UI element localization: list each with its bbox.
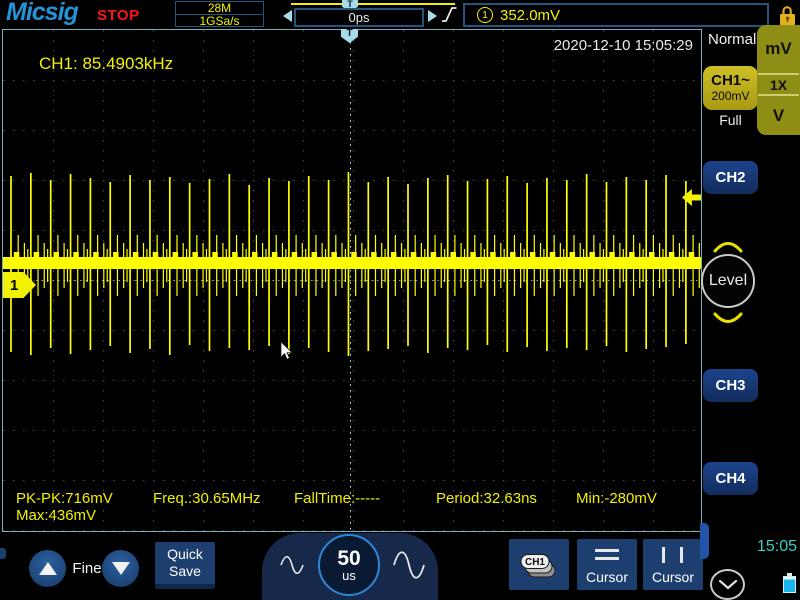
v-cursor-line-icon [662, 547, 665, 563]
svg-text:CH1: CH1 [525, 557, 545, 568]
collapse-menu-button[interactable] [710, 569, 745, 600]
ch1-scale: 200mV [711, 88, 750, 103]
horizontal-position-value: 0ps [348, 10, 370, 25]
pan-left-icon[interactable] [283, 10, 292, 22]
timebase-knob[interactable]: 50 us [318, 534, 380, 596]
trigger-level-value: 352.0mV [500, 6, 561, 24]
channel-select-button[interactable]: CH1 [509, 539, 569, 590]
timebase-value: 50 [337, 547, 361, 570]
trigger-slope-rising-icon[interactable] [441, 5, 458, 25]
trigger-marker-letter: T [346, 28, 353, 39]
trace-baseline-noise [13, 252, 695, 258]
side-drawer-handle[interactable] [700, 523, 709, 559]
fast-timebase-sine-icon[interactable] [393, 550, 425, 580]
triangle-up-icon [38, 562, 57, 575]
timebase-unit: us [342, 568, 356, 583]
mouse-pointer-icon [280, 341, 293, 360]
fine-adjust-down-button[interactable] [102, 550, 139, 587]
trigger-mode-label[interactable]: Normal [708, 31, 756, 48]
measurement-min: Min:-280mV [576, 490, 657, 507]
system-clock: 15:05 [757, 538, 798, 555]
timebase-control[interactable]: 50 us [262, 533, 438, 600]
sidebar-ch2-button[interactable]: CH2 [703, 161, 758, 194]
lock-icon[interactable] [779, 4, 796, 27]
level-up-chevron-icon[interactable] [713, 240, 743, 254]
probe-1x-button[interactable]: 1X [757, 75, 800, 94]
vertical-cursor-button[interactable]: Cursor [643, 539, 703, 590]
horizontal-position-box[interactable]: 0ps [294, 8, 424, 27]
measurement-period: Period:32.63ns [436, 490, 537, 507]
acquisition-info-box[interactable]: 28M 1GSa/s [175, 1, 264, 27]
cursor-v-label: Cursor [651, 569, 694, 585]
oscilloscope-screen: { "top_bar": { "logo": "Micsig", "run_st… [0, 0, 800, 600]
v-cursor-line-icon [680, 547, 683, 563]
level-label: Level [708, 272, 748, 289]
triangle-down-icon [111, 562, 130, 575]
sidebar-ch1-button[interactable]: CH1~ 200mV [703, 66, 758, 110]
quick-save-label-2: Save [169, 563, 201, 579]
record-position-bar [291, 3, 455, 5]
sidebar-ch3-button[interactable]: CH3 [703, 369, 758, 402]
quick-save-button[interactable]: Quick Save [155, 542, 215, 589]
datetime-stamp: 2020-12-10 15:05:29 [553, 37, 693, 54]
edge-swipe-handle[interactable] [0, 548, 6, 559]
sidebar-ch4-button[interactable]: CH4 [703, 462, 758, 495]
quick-save-label-1: Quick [167, 546, 203, 562]
level-knob[interactable]: Level [701, 254, 755, 308]
trigger-level-box[interactable]: 1 352.0mV [463, 3, 769, 27]
horizontal-cursor-button[interactable]: Cursor [577, 539, 637, 590]
measurement-freq: Freq.:30.65MHz [153, 490, 261, 507]
fine-adjust-up-button[interactable] [29, 550, 66, 587]
memory-depth: 28M [207, 1, 232, 15]
measurement-pkpk: PK-PK:716mV [16, 490, 113, 507]
run-status-badge[interactable]: STOP [97, 7, 140, 24]
channel-stack-icon: CH1 [520, 553, 556, 577]
sample-rate: 1GSa/s [176, 14, 263, 27]
pan-right-icon[interactable] [428, 10, 437, 22]
ch1-frequency-readout: CH1: 85.4903kHz [39, 54, 174, 73]
fine-label: Fine [72, 560, 102, 577]
brand-logo: Micsig [6, 0, 79, 26]
chevron-down-icon [718, 579, 737, 589]
slow-timebase-sine-icon[interactable] [280, 554, 304, 576]
channel1-marker-number: 1 [10, 276, 19, 294]
battery-icon [783, 573, 796, 593]
h-cursor-line-icon [595, 549, 619, 552]
unit-v-button[interactable]: V [757, 96, 800, 135]
measurement-max: Max:436mV [16, 507, 97, 524]
grid-horizontal-lines [3, 80, 701, 531]
level-down-chevron-icon[interactable] [713, 311, 743, 325]
h-cursor-line-icon [595, 557, 619, 560]
waveform-display-area[interactable]: CH1: 85.4903kHz 2020-12-10 15:05:29 PK-P… [2, 29, 702, 532]
cursor-h-label: Cursor [585, 569, 628, 585]
ch1-bandwidth-label: Full [719, 112, 742, 128]
measurement-falltime: FallTime:----- [294, 490, 381, 507]
ch1-waveform-trace [3, 30, 701, 531]
trigger-source-icon: 1 [477, 7, 493, 23]
vertical-scale-flyout: mV 1X V [757, 25, 800, 135]
battery-body [783, 576, 796, 593]
unit-mv-button[interactable]: mV [757, 25, 800, 73]
ch1-label: CH1~ [711, 72, 750, 90]
